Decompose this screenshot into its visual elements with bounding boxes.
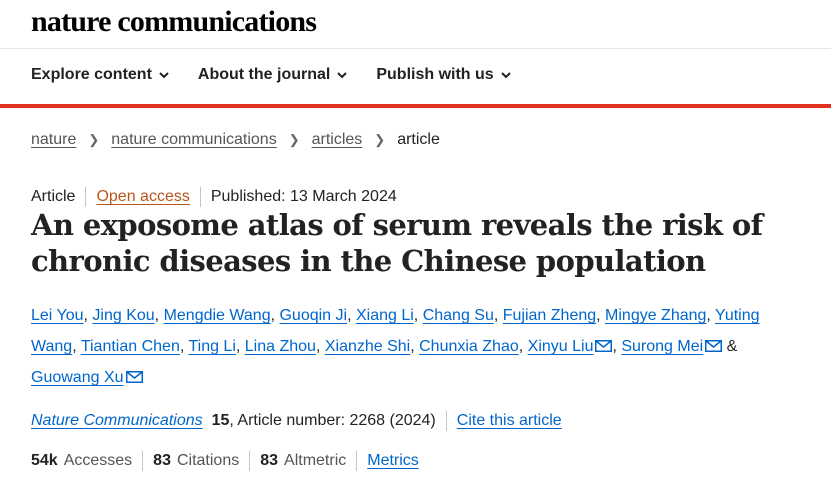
author-link[interactable]: Guoqin Ji [279,307,347,324]
cite-this-article-link[interactable]: Cite this article [457,412,562,430]
divider [142,451,144,471]
nav-about-journal[interactable]: About the journal [198,66,348,84]
chevron-right-icon: ❯ [374,132,386,147]
accent-bar [0,104,831,108]
altmetric-label: Altmetric [284,452,347,469]
author-link[interactable]: Lei You [31,307,84,324]
chevron-down-icon [500,72,511,79]
chevron-down-icon [337,72,348,79]
nav-explore-content-label: Explore content [31,66,152,83]
breadcrumb-nature[interactable]: nature [31,131,76,149]
article-number: , Article number: 2268 (2024) [229,412,436,429]
author-link[interactable]: Chunxia Zhao [419,338,519,355]
divider [85,187,87,207]
chevron-right-icon: ❯ [88,132,100,147]
author-link[interactable]: Lina Zhou [245,338,316,355]
citations-count: 83 [153,452,171,469]
divider [249,451,251,471]
nav-about-journal-label: About the journal [197,66,331,83]
metrics-line: 54k Accesses 83 Citations 83 Altmetric M… [31,451,419,471]
author-link[interactable]: Tiantian Chen [81,338,180,355]
altmetric-count: 83 [260,452,279,469]
nav-publish-with-us-label: Publish with us [376,66,494,83]
author-link[interactable]: Xianzhe Shi [325,338,410,355]
divider [0,48,831,49]
divider [445,411,447,431]
author-link[interactable]: Fujian Zheng [503,307,596,324]
breadcrumb-nature-communications[interactable]: nature communications [111,131,276,149]
article-type: Article [31,188,76,205]
article-meta: Article Open access Published: 13 March … [31,187,397,207]
journal-link[interactable]: Nature Communications [31,412,203,430]
breadcrumb: nature ❯ nature communications ❯ article… [31,131,440,149]
email-icon[interactable] [125,363,143,383]
nav-explore-content[interactable]: Explore content [31,66,170,84]
volume: 15 [211,412,230,429]
breadcrumb-articles[interactable]: articles [312,131,363,149]
article-title: An exposome atlas of serum reveals the r… [31,208,763,278]
metrics-link[interactable]: Metrics [367,452,419,470]
author-link[interactable]: Jing Kou [92,307,154,324]
author-joiner: & [726,338,738,355]
accesses-label: Accesses [63,452,133,469]
author-link[interactable]: Mengdie Wang [164,307,271,324]
citation-line: Nature Communications 15 , Article numbe… [31,411,562,431]
site-logo[interactable]: nature communications [31,5,317,39]
divider [199,187,201,207]
chevron-right-icon: ❯ [288,132,300,147]
author-link[interactable]: Ting Li [188,338,235,355]
author-link[interactable]: Guowang Xu [31,369,124,386]
citations-label: Citations [176,452,240,469]
author-link[interactable]: Chang Su [423,307,494,324]
author-link[interactable]: Mingye Zhang [605,307,706,324]
accesses-count: 54k [31,452,58,469]
main-nav: Explore content About the journal Publis… [31,66,512,84]
chevron-down-icon [159,72,169,79]
open-access-link[interactable]: Open access [96,188,189,206]
author-list: Lei You, Jing Kou, Mengdie Wang, Guoqin … [31,307,760,386]
author-link[interactable]: Xiang Li [356,307,414,324]
email-icon[interactable] [595,332,613,352]
author-link[interactable]: Surong Mei [621,338,703,355]
author-link[interactable]: Xinyu Liu [528,338,594,355]
email-icon[interactable] [705,332,723,352]
nav-publish-with-us[interactable]: Publish with us [376,66,511,84]
divider [356,451,358,471]
published-date: Published: 13 March 2024 [210,188,397,205]
breadcrumb-current: article [397,131,440,148]
